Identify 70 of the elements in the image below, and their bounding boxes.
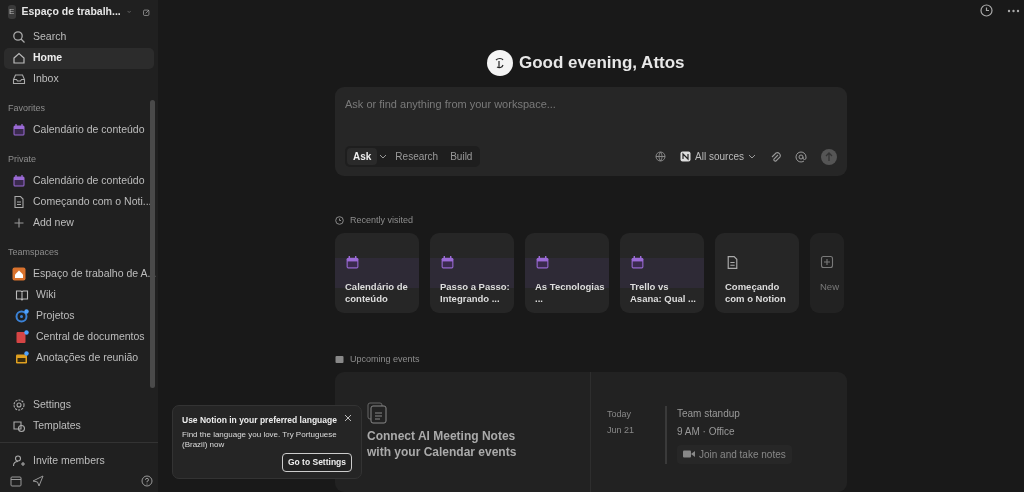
sidebar-item[interactable]: Anotações de reunião	[4, 347, 154, 368]
page-card[interactable]: Começando com o Notion	[715, 233, 799, 313]
workspace-avatar[interactable]: E	[8, 5, 16, 19]
page-card[interactable]: As Tecnologias ...	[525, 233, 609, 313]
sidebar-item[interactable]: Wiki	[4, 284, 154, 305]
video-icon	[683, 450, 695, 458]
plus-square-icon	[820, 255, 834, 270]
settings-icon	[12, 397, 26, 412]
promo-title: Connect AI Meeting Notes with your Calendar events	[367, 428, 518, 461]
home-icon	[12, 51, 26, 66]
ask-box[interactable]: Ask or find anything from your workspace... Ask Research Build All sources	[335, 87, 847, 176]
mode-tab[interactable]: Build	[444, 148, 479, 165]
mode-tab[interactable]: Research	[389, 148, 445, 165]
house-icon	[12, 266, 26, 281]
sidebar-item[interactable]: Add new	[4, 212, 154, 234]
close-icon[interactable]	[344, 414, 352, 422]
person-plus-icon	[12, 453, 26, 468]
event-title: Team standup	[677, 407, 741, 421]
toast-body: Find the language you love. Try Portuguese (Brazil) now	[182, 429, 338, 451]
notion-logo-icon	[680, 151, 692, 162]
nav-item[interactable]: Search	[4, 26, 154, 48]
sidebar-item[interactable]: Central de documentos	[4, 326, 154, 347]
page-card[interactable]: Calendário de conteúdo	[335, 233, 419, 313]
event-detail: 9 AM · Office	[677, 425, 736, 439]
help-icon[interactable]	[140, 474, 153, 487]
ask-input[interactable]: Ask or find anything from your workspace...	[345, 96, 837, 113]
folder-icon	[15, 350, 29, 365]
nav-item[interactable]: Inbox	[4, 68, 154, 90]
sidebar-item[interactable]: Calendário de conteúdo	[4, 119, 154, 141]
sidebar-item[interactable]: Templates	[4, 415, 154, 436]
mode-tab[interactable]: Ask	[347, 148, 378, 165]
document-icon	[15, 329, 29, 344]
inbox-icon	[12, 72, 26, 87]
event-day: Today	[607, 406, 665, 423]
sources-button[interactable]: All sources	[680, 149, 756, 164]
page-icon	[12, 194, 26, 209]
avatar-icon	[487, 50, 514, 76]
page-icon	[725, 254, 740, 270]
page-card[interactable]: Passo a Passo: Integrando ...	[430, 233, 514, 313]
section-heading: Recently visited	[350, 214, 414, 227]
section-heading: Teamspaces	[7, 245, 60, 259]
new-page-card[interactable]: New	[810, 233, 844, 313]
go-to-settings-button[interactable]: Go to Settings	[281, 453, 352, 473]
book-icon	[15, 287, 29, 302]
sidebar-item[interactable]: Começando com o Noti...	[4, 191, 154, 213]
greeting: Good evening, Attos	[518, 52, 685, 75]
event-date: Jun 21	[607, 424, 636, 438]
sidebar-item[interactable]: Calendário de conteúdo	[4, 170, 154, 192]
more-icon[interactable]	[1007, 8, 1020, 13]
page-card[interactable]: Trello vs Asana: Qual ...	[620, 233, 704, 313]
globe-icon[interactable]	[655, 151, 667, 162]
sidebar-item[interactable]: Settings	[4, 394, 154, 415]
nav-item[interactable]: Home	[4, 47, 154, 69]
section-heading: Upcoming events	[350, 353, 420, 366]
workspace-name[interactable]: Espaço de trabalh...	[21, 4, 121, 20]
chevron-down-icon	[748, 153, 756, 160]
mention-icon[interactable]	[795, 150, 807, 163]
toast-title: Use Notion in your preferred language	[182, 414, 337, 427]
send-icon[interactable]	[32, 474, 44, 487]
sidebar-item[interactable]: Projetos	[4, 305, 154, 326]
section-heading: Private	[7, 152, 37, 166]
join-button[interactable]: Join and take notes	[677, 444, 792, 464]
target-icon	[15, 308, 29, 323]
clock-icon	[335, 216, 344, 226]
history-icon[interactable]	[980, 4, 993, 17]
search-icon	[12, 30, 26, 45]
templates-icon	[12, 418, 26, 433]
section-heading: Favorites	[7, 102, 46, 115]
attachment-icon[interactable]	[770, 150, 781, 163]
invite-members-item[interactable]: Invite members	[4, 450, 154, 471]
